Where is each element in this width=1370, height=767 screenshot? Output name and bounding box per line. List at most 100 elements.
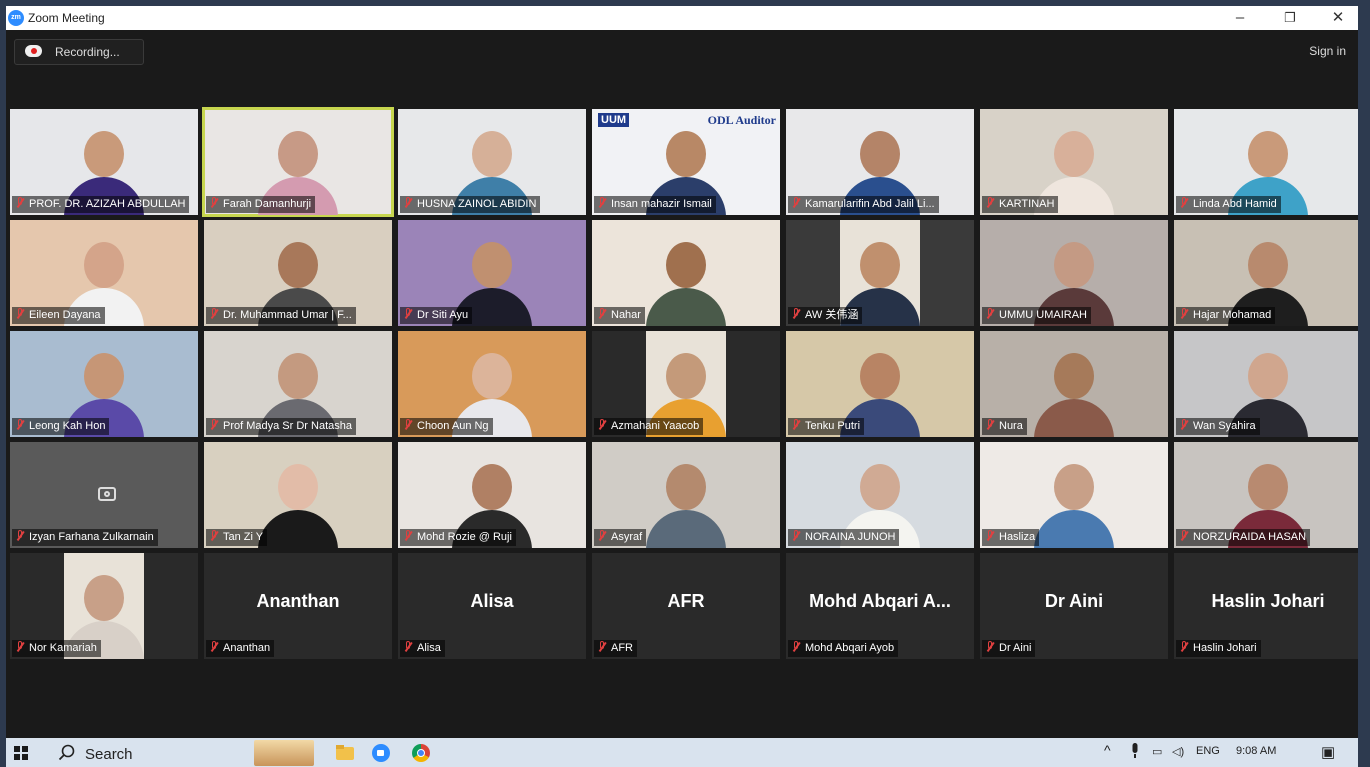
muted-mic-icon xyxy=(210,641,218,652)
participant-name: Prof Madya Sr Dr Natasha xyxy=(223,420,352,432)
search-icon xyxy=(58,744,75,761)
participant-tile[interactable]: Wan Syahira xyxy=(1174,331,1358,437)
close-button[interactable]: ✕ xyxy=(1316,6,1358,30)
participant-tile[interactable]: Mohd Abqari A... Mohd Abqari Ayob xyxy=(786,553,974,659)
participant-display-name: Haslin Johari xyxy=(1211,591,1325,611)
participant-tile[interactable]: KARTINAH xyxy=(980,109,1168,215)
participant-display-name: Dr Aini xyxy=(1044,591,1104,611)
participant-tile[interactable]: Mohd Rozie @ Ruji xyxy=(398,442,586,548)
participant-tile[interactable]: Nura xyxy=(980,331,1168,437)
participant-tile[interactable]: PROF. DR. AZIZAH ABDULLAH xyxy=(10,109,198,215)
participant-name-tag: NORAINA JUNOH xyxy=(788,529,900,546)
muted-mic-icon xyxy=(1180,308,1188,319)
participant-name-tag: Haslin Johari xyxy=(1176,640,1261,657)
participant-tile[interactable]: HUSNA ZAINOL ABIDIN xyxy=(398,109,586,215)
clock[interactable]: 9:08 AM xyxy=(1236,745,1276,757)
participant-name: Hajar Mohamad xyxy=(1193,309,1272,321)
participant-video xyxy=(1026,452,1122,548)
participant-tile[interactable]: Azmahani Yaacob xyxy=(592,331,780,437)
participant-name-tag: AFR xyxy=(594,640,637,657)
participant-tile[interactable]: UUM ODL Auditor Insan mahazir Ismail xyxy=(592,109,780,215)
show-hidden-icons-button[interactable]: ^ xyxy=(1104,742,1111,758)
notification-icon[interactable]: ▣ xyxy=(1321,743,1335,761)
muted-mic-icon xyxy=(598,197,606,208)
participant-name: Kamarularifin Abd Jalil Li... xyxy=(805,198,935,210)
participant-tile[interactable]: Tenku Putri xyxy=(786,331,974,437)
participant-tile[interactable]: Hajar Mohamad xyxy=(1174,220,1358,326)
participant-name: Eileen Dayana xyxy=(29,309,101,321)
file-explorer-icon[interactable] xyxy=(334,742,356,764)
recording-indicator[interactable]: Recording... xyxy=(14,39,144,65)
participant-tile[interactable]: Ananthan Ananthan xyxy=(204,553,392,659)
taskbar-search[interactable]: Search xyxy=(50,740,240,765)
taskbar-widget-image[interactable] xyxy=(254,740,314,766)
participant-name: Mohd Rozie @ Ruji xyxy=(417,531,512,543)
participant-tile[interactable]: Nahar xyxy=(592,220,780,326)
participant-name: Choon Aun Ng xyxy=(417,420,489,432)
participant-tile[interactable]: UMMU UMAIRAH xyxy=(980,220,1168,326)
participant-tile[interactable]: Dr Siti Ayu xyxy=(398,220,586,326)
participant-tile[interactable]: Kamarularifin Abd Jalil Li... xyxy=(786,109,974,215)
participant-tile[interactable]: Farah Damanhurji xyxy=(202,107,394,217)
participant-tile[interactable]: Prof Madya Sr Dr Natasha xyxy=(204,331,392,437)
participant-name-tag: Azmahani Yaacob xyxy=(594,418,704,435)
participant-name: Dr Aini xyxy=(999,642,1032,654)
participant-name: Azmahani Yaacob xyxy=(611,420,700,432)
participant-tile[interactable]: NORZURAIDA HASAN xyxy=(1174,442,1358,548)
participant-video xyxy=(638,452,734,548)
participant-tile[interactable]: Nor Kamariah xyxy=(10,553,198,659)
participant-tile[interactable]: AW 关伟涵 xyxy=(786,220,974,326)
participant-tile[interactable]: Choon Aun Ng xyxy=(398,331,586,437)
participant-name: Dr. Muhammad Umar | F... xyxy=(223,309,352,321)
participant-tile[interactable]: Dr Aini Dr Aini xyxy=(980,553,1168,659)
participant-name-tag: AW 关伟涵 xyxy=(788,307,863,324)
battery-icon[interactable]: ▭ xyxy=(1152,745,1162,758)
participant-tile[interactable]: NORAINA JUNOH xyxy=(786,442,974,548)
participant-name-tag: Nahar xyxy=(594,307,645,324)
participant-tile[interactable]: Tan Zi Y xyxy=(204,442,392,548)
participant-name-tag: Farah Damanhurji xyxy=(206,196,316,213)
muted-mic-icon xyxy=(986,197,994,208)
participant-tile[interactable]: Haslin Johari Haslin Johari xyxy=(1174,553,1358,659)
participant-tile[interactable]: Asyraf xyxy=(592,442,780,548)
chrome-icon[interactable] xyxy=(410,742,432,764)
sign-in-link[interactable]: Sign in xyxy=(1309,44,1346,58)
participant-tile[interactable]: Alisa Alisa xyxy=(398,553,586,659)
participant-name-tag: Eileen Dayana xyxy=(12,307,105,324)
participant-name: PROF. DR. AZIZAH ABDULLAH xyxy=(29,198,186,210)
participant-tile[interactable]: Hasliza xyxy=(980,442,1168,548)
muted-mic-icon xyxy=(1180,197,1188,208)
participant-name: Tenku Putri xyxy=(805,420,861,432)
muted-mic-icon xyxy=(598,641,606,652)
language-indicator[interactable]: ENG xyxy=(1196,745,1220,757)
participant-tile[interactable]: Eileen Dayana xyxy=(10,220,198,326)
participant-display-name: AFR xyxy=(667,591,705,611)
participant-tile[interactable]: AFR AFR xyxy=(592,553,780,659)
participant-tile[interactable]: Dr. Muhammad Umar | F... xyxy=(204,220,392,326)
participant-name-tag: Dr Siti Ayu xyxy=(400,307,473,324)
microphone-icon[interactable] xyxy=(1130,743,1140,762)
minimize-button[interactable]: – xyxy=(1218,6,1262,30)
muted-mic-icon xyxy=(1180,419,1188,430)
participant-tile[interactable]: Linda Abd Hamid xyxy=(1174,109,1358,215)
participant-tile[interactable]: Leong Kah Hon xyxy=(10,331,198,437)
muted-mic-icon xyxy=(986,308,994,319)
maximize-button[interactable]: ❐ xyxy=(1268,6,1312,30)
participant-name-tag: NORZURAIDA HASAN xyxy=(1176,529,1311,546)
participant-tile[interactable]: Izyan Farhana Zulkarnain xyxy=(10,442,198,548)
windows-start-icon[interactable] xyxy=(14,746,28,760)
muted-mic-icon xyxy=(404,641,412,652)
zoom-taskbar-icon[interactable] xyxy=(370,742,392,764)
recording-cloud-icon xyxy=(25,45,42,57)
participant-name-tag: Prof Madya Sr Dr Natasha xyxy=(206,418,356,435)
muted-mic-icon xyxy=(598,308,606,319)
camera-off-icon xyxy=(98,487,116,501)
participant-name-tag: Dr Aini xyxy=(982,640,1036,657)
title-bar: zm Zoom Meeting – ❐ ✕ xyxy=(6,6,1358,30)
participant-name: Tan Zi Y xyxy=(223,531,264,543)
muted-mic-icon xyxy=(1180,530,1188,541)
volume-icon[interactable]: ◁) xyxy=(1172,745,1184,758)
muted-mic-icon xyxy=(210,530,218,541)
participant-name-tag: HUSNA ZAINOL ABIDIN xyxy=(400,196,541,213)
muted-mic-icon xyxy=(404,419,412,430)
